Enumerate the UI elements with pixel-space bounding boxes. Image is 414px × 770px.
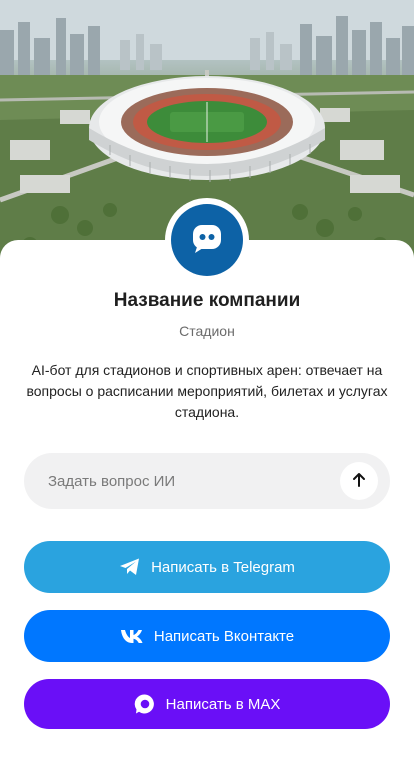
telegram-button-label: Написать в Telegram [151,558,295,576]
vk-button-label: Написать Вконтакте [153,627,295,645]
avatar-circle [171,204,243,276]
telegram-button[interactable]: Написать в Telegram [24,541,390,593]
vk-button[interactable]: Написать Вконтакте [24,610,390,662]
send-button[interactable] [340,462,378,500]
max-button[interactable]: Написать в MAX [24,679,390,729]
company-description: AI-бот для стадионов и спортивных арен: … [26,362,388,420]
company-avatar [165,198,249,282]
ask-ai-box [24,453,390,509]
telegram-icon [119,557,141,577]
arrow-up-icon [351,472,367,491]
company-category: Стадион [179,323,235,339]
company-name: Название компании [113,290,301,311]
chat-bot-icon [190,221,224,260]
ask-ai-input[interactable] [48,453,338,509]
max-messenger-icon [134,693,156,715]
vk-icon [120,628,144,644]
max-button-label: Написать в MAX [165,695,281,713]
